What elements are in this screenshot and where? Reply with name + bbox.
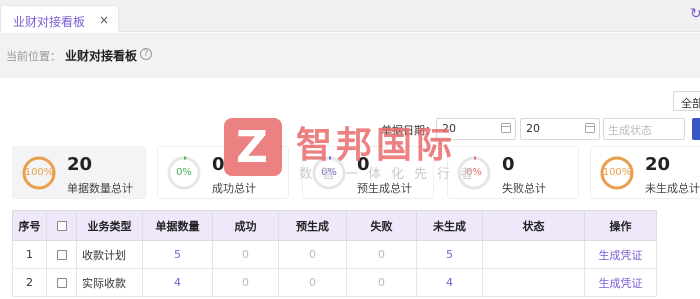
row-count[interactable]: 4 — [142, 268, 213, 297]
card-percent: 100% — [24, 167, 54, 178]
status-select[interactable]: 生成状态 — [603, 118, 685, 140]
card-value: 0 — [502, 154, 515, 175]
row-fail: 0 — [346, 268, 417, 297]
breadcrumb-prefix: 当前位置： — [6, 50, 61, 63]
col-pre: 预生成 — [278, 210, 347, 241]
col-select — [46, 210, 77, 241]
col-ungen: 未生成 — [416, 210, 483, 241]
row-checkbox[interactable] — [56, 250, 67, 260]
card-label: 失败总计 — [502, 182, 546, 195]
help-icon[interactable]: ? — [140, 48, 152, 60]
row-type: 收款计划 — [76, 240, 143, 269]
col-success: 成功 — [212, 210, 279, 241]
row-status — [482, 240, 585, 269]
select-all-checkbox[interactable] — [56, 221, 67, 231]
summary-card: 100% 20 未生成总计 — [590, 146, 700, 199]
row-status — [482, 268, 585, 297]
row-pre: 0 — [278, 240, 347, 269]
table-header-row: 序号 业务类型 单据数量 成功 预生成 失败 未生成 状态 操作 — [12, 210, 657, 241]
date-label: 单据日期： — [381, 124, 436, 137]
page-title: 业财对接看板 — [65, 49, 138, 63]
col-fail: 失败 — [346, 210, 417, 241]
card-value: 0 — [212, 154, 225, 175]
table-row: 1 收款计划 5 0 0 0 5 生成凭证 — [12, 240, 657, 269]
row-ungen[interactable]: 4 — [416, 268, 483, 297]
summary-card: 0% 0 预生成总计 — [302, 146, 434, 199]
card-percent: 100% — [602, 167, 632, 178]
card-percent: 0% — [466, 167, 482, 178]
card-label: 未生成总计 — [645, 182, 700, 195]
generate-voucher-link[interactable]: 生成凭证 — [584, 268, 657, 297]
card-label: 单据数量总计 — [67, 182, 133, 195]
row-type: 实际收款 — [76, 268, 143, 297]
query-button[interactable] — [692, 118, 700, 140]
card-value: 20 — [645, 154, 671, 175]
row-checkbox[interactable] — [56, 278, 67, 288]
tab-bar: 业财对接看板 × ↻ — [0, 0, 700, 32]
col-action: 操作 — [584, 210, 657, 241]
all-button[interactable]: 全部 — [673, 91, 700, 111]
close-icon[interactable]: × — [99, 13, 109, 27]
summary-card: 0% 0 失败总计 — [447, 146, 579, 199]
date-start-input[interactable]: 20 — [436, 118, 516, 140]
date-end-value: 20 — [526, 122, 540, 135]
generate-voucher-link[interactable]: 生成凭证 — [584, 240, 657, 269]
business-table: 序号 业务类型 单据数量 成功 预生成 失败 未生成 状态 操作 1 收款计划 … — [12, 210, 657, 297]
table-row: 2 实际收款 4 0 0 0 4 生成凭证 — [12, 268, 657, 297]
breadcrumb: 当前位置： 业财对接看板 ? — [0, 33, 700, 78]
refresh-icon[interactable]: ↻ — [690, 6, 700, 22]
card-percent: 0% — [176, 167, 192, 178]
card-label: 预生成总计 — [357, 182, 412, 195]
row-select — [46, 268, 77, 297]
row-pre: 0 — [278, 268, 347, 297]
row-count[interactable]: 5 — [142, 240, 213, 269]
card-label: 成功总计 — [212, 182, 256, 195]
date-start-value: 20 — [442, 122, 456, 135]
col-type: 业务类型 — [76, 210, 143, 241]
row-success: 0 — [212, 240, 279, 269]
row-ungen[interactable]: 5 — [416, 240, 483, 269]
card-percent: 0% — [321, 167, 337, 178]
summary-card: 100% 20 单据数量总计 — [12, 146, 146, 199]
date-end-input[interactable]: 20 — [520, 118, 600, 140]
calendar-icon — [585, 123, 595, 133]
calendar-icon — [501, 123, 511, 133]
col-index: 序号 — [12, 210, 47, 241]
card-value: 0 — [357, 154, 370, 175]
tab-dashboard[interactable]: 业财对接看板 × — [0, 5, 119, 32]
row-select — [46, 240, 77, 269]
row-index: 2 — [12, 268, 47, 297]
row-index: 1 — [12, 240, 47, 269]
summary-card: 0% 0 成功总计 — [157, 146, 289, 199]
row-fail: 0 — [346, 240, 417, 269]
col-status: 状态 — [482, 210, 585, 241]
tab-title: 业财对接看板 — [13, 15, 86, 29]
col-count: 单据数量 — [142, 210, 213, 241]
row-success: 0 — [212, 268, 279, 297]
card-value: 20 — [67, 154, 93, 175]
